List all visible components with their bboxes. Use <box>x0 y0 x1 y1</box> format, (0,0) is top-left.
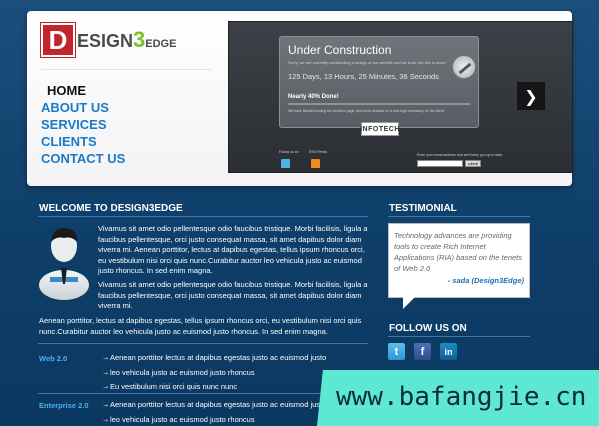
uc-progress-label: Nearly 40% Done! <box>288 94 339 100</box>
slider-next-button[interactable]: ❯ <box>517 82 545 110</box>
site-logo[interactable]: D ESIGN3EDGE <box>41 23 191 57</box>
infotech-badge: INFOTECH <box>360 122 399 136</box>
welcome-paragraph-1: Vivamus sit amet odio pellentesque odio … <box>98 224 368 275</box>
slider-twitter-icon <box>281 159 290 168</box>
enterprise-list: Aenean porttitor lectus at dapibus egest… <box>103 398 326 426</box>
nav-services[interactable]: SERVICES <box>41 116 125 133</box>
welcome-title-underline <box>38 216 368 217</box>
list-item: Aenean porttitor lectus at dapibus egest… <box>103 351 326 366</box>
logo-divider <box>41 69 211 70</box>
welcome-paragraph-3: Aenean porttitor, lectus at dapibus eges… <box>39 316 362 336</box>
testimonial-box: Technology advances are providing tools … <box>388 223 530 309</box>
nav-about-us[interactable]: ABOUT US <box>41 99 125 116</box>
logo-text-before: ESIGN <box>77 31 134 51</box>
logo-text-after: EDGE <box>145 38 177 50</box>
header-card: D ESIGN3EDGE HOME ABOUT US SERVICES CLIE… <box>27 11 573 186</box>
welcome-title: WELCOME TO DESIGN3EDGE <box>39 203 183 214</box>
uc-countdown: 125 Days, 13 Hours, 25 Minutes, 36 Secon… <box>288 72 439 81</box>
section-divider <box>38 343 368 344</box>
slider-email-label: Enter your email address and we'll keep … <box>417 153 504 157</box>
list-item: Aenean porttitor lectus at dapibus egest… <box>103 398 326 413</box>
watermark-text: www.bafangjie.cn <box>336 382 587 412</box>
under-construction-panel: Under Construction Sorry, we are current… <box>279 36 479 128</box>
section-divider <box>38 393 368 394</box>
facebook-icon[interactable]: f <box>414 343 431 360</box>
image-slider[interactable]: Under Construction Sorry, we are current… <box>228 21 573 173</box>
list-category-web2: Web 2.0 <box>39 354 68 363</box>
slider-follow-label: Follow us on <box>279 150 299 154</box>
slider-submit-button: submit <box>465 160 481 167</box>
slider-email-input <box>417 160 463 167</box>
testimonial-text: Technology advances are providing tools … <box>394 231 522 273</box>
twitter-icon[interactable]: t <box>388 343 405 360</box>
wrench-gear-icon <box>452 55 476 79</box>
uc-progress-bar <box>288 103 470 105</box>
user-avatar-icon <box>39 228 89 300</box>
logo-three: 3 <box>133 27 146 52</box>
uc-title: Under Construction <box>288 43 392 57</box>
uc-note: We have finished coding the services pag… <box>288 109 445 113</box>
nav-home[interactable]: HOME <box>41 82 125 99</box>
list-item: leo vehicula justo ac euismod justo rhon… <box>103 413 326 426</box>
nav-clients[interactable]: CLIENTS <box>41 133 125 150</box>
slider-rss-icon <box>311 159 320 168</box>
follow-title-underline <box>388 336 530 337</box>
logo-wordmark: ESIGN3EDGE <box>77 27 176 53</box>
slider-rss-label: RSS Feeds <box>309 150 327 154</box>
list-item: leo vehicula justo ac euismod justo rhon… <box>103 366 326 381</box>
uc-subtitle: Sorry, we are currently constructing a d… <box>288 60 447 65</box>
web2-list: Aenean porttitor lectus at dapibus egest… <box>103 351 326 395</box>
logo-d-icon: D <box>41 23 75 57</box>
list-category-enterprise: Enterprise 2.0 <box>39 401 89 410</box>
testimonial-title: TESTIMONIAL <box>389 203 457 214</box>
follow-title: FOLLOW US ON <box>389 323 467 334</box>
linkedin-icon[interactable]: in <box>440 343 457 360</box>
main-nav: HOME ABOUT US SERVICES CLIENTS CONTACT U… <box>41 82 125 167</box>
testimonial-title-underline <box>388 216 530 217</box>
testimonial-author: - sada (Design3Edge) <box>447 276 524 285</box>
nav-contact-us[interactable]: CONTACT US <box>41 150 125 167</box>
welcome-paragraph-2: Vivamus sit amet odio pellentesque odio … <box>98 280 368 310</box>
